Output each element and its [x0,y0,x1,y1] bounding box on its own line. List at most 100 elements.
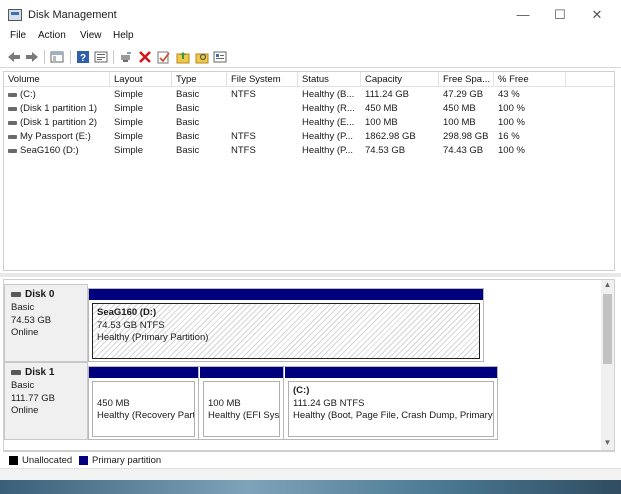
desktop-background-strip [0,480,621,494]
cell-layout: Simple [114,117,144,128]
delete-icon[interactable] [138,50,152,64]
partition-c[interactable]: (C:) 111.24 GB NTFS Healthy (Boot, Page … [285,367,497,439]
menu-action[interactable]: Action [38,30,66,41]
menu-file[interactable]: File [10,30,26,41]
disk-name: Disk 1 [25,367,55,378]
volume-row[interactable]: SeaG160 (D:) Simple Basic NTFS Healthy (… [4,144,614,158]
primary-partition-header [285,367,497,378]
partition-status: Healthy (Recovery Part [97,410,195,421]
column-header-layout[interactable]: Layout [110,72,172,87]
menu-help[interactable]: Help [113,30,134,41]
volume-row[interactable]: My Passport (E:) Simple Basic NTFS Healt… [4,130,614,144]
column-header-percent-free[interactable]: % Free [494,72,566,87]
cell-capacity: 111.24 GB [365,89,410,100]
toolbar-separator [70,50,71,64]
partition-seag160[interactable]: SeaG160 (D:) 74.53 GB NTFS Healthy (Prim… [89,289,483,361]
column-header-type[interactable]: Type [172,72,227,87]
cell-volume: (C:) [20,89,36,100]
partition-title: (C:) [293,385,310,396]
show-hide-console-icon[interactable] [50,50,64,64]
cell-free-space: 47.29 GB [443,89,484,100]
cell-capacity: 100 MB [365,117,398,128]
cell-capacity: 1862.98 GB [365,131,416,142]
partition-title: SeaG160 (D:) [97,307,157,318]
settings-list-icon[interactable] [213,50,227,64]
partition-body: 100 MB Healthy (EFI Syst [203,381,280,437]
pane-splitter[interactable] [0,273,621,277]
partition-title [208,385,275,398]
legend-unallocated-label: Unallocated [22,455,73,466]
column-header-capacity[interactable]: Capacity [361,72,439,87]
volume-list[interactable]: Volume Layout Type File System Status Ca… [3,71,615,271]
properties-icon[interactable] [94,50,108,64]
column-header-free-space[interactable]: Free Spa... [439,72,494,87]
disk-management-app-icon [8,9,22,21]
cell-type: Basic [176,89,200,100]
disk-state: Online [11,327,39,338]
cell-status: Healthy (E... [302,117,355,128]
partition-recovery[interactable]: 450 MB Healthy (Recovery Part [89,367,199,439]
disk-icon [11,370,21,375]
close-button[interactable]: ✕ [582,4,612,26]
volume-row[interactable]: (Disk 1 partition 1) Simple Basic Health… [4,102,614,116]
cell-free-space: 100 MB [443,117,476,128]
minimize-button[interactable]: — [508,4,538,26]
connect-icon[interactable] [119,50,133,64]
toolbar-separator [44,50,45,64]
disk-size: 111.77 GB [11,392,56,404]
volume-list-header: Volume Layout Type File System Status Ca… [4,72,614,87]
legend: Unallocated Primary partition [3,451,615,468]
folder-up-icon[interactable] [176,50,190,64]
cell-volume: My Passport (E:) [20,131,91,142]
cell-status: Healthy (P... [302,131,354,142]
cell-capacity: 74.53 GB [365,145,406,156]
title-bar: Disk Management — ☐ ✕ [0,0,621,30]
disk-label-1[interactable]: Disk 1 Basic 111.77 GB Online [4,362,88,440]
back-arrow-icon[interactable] [7,50,21,64]
status-bar [0,468,621,480]
partition-efi[interactable]: 100 MB Healthy (EFI Syst [200,367,284,439]
maximize-button[interactable]: ☐ [545,4,575,26]
cell-percent-free: 100 % [498,103,525,114]
partition-status: Healthy (EFI Syst [208,410,280,421]
disk-label-0[interactable]: Disk 0 Basic 74.53 GB Online [4,284,88,362]
svg-text:?: ? [80,53,86,64]
partition-size: 111.24 GB NTFS [293,397,365,409]
column-header-status[interactable]: Status [298,72,361,87]
scroll-down-arrow-icon[interactable]: ▼ [601,438,614,450]
cell-file-system: NTFS [231,89,256,100]
disk-partition-bar: SeaG160 (D:) 74.53 GB NTFS Healthy (Prim… [88,288,484,362]
disk-type: Basic [11,380,35,391]
checkmark-icon[interactable] [157,50,171,64]
toolbar-separator [113,50,114,64]
forward-arrow-icon[interactable] [25,50,39,64]
scrollbar-thumb[interactable] [603,294,612,364]
cell-type: Basic [176,117,200,128]
cell-layout: Simple [114,131,144,142]
unallocated-swatch [9,456,18,465]
disk-partition-bar: 450 MB Healthy (Recovery Part 100 MB Hea… [88,366,498,440]
search-folder-icon[interactable] [195,50,209,64]
column-header-volume[interactable]: Volume [4,72,110,87]
cell-percent-free: 100 % [498,145,525,156]
volume-row[interactable]: (Disk 1 partition 2) Simple Basic Health… [4,116,614,130]
primary-partition-header [200,367,283,378]
disk-state: Online [11,405,39,416]
partition-status: Healthy (Primary Partition) [97,332,209,343]
cell-status: Healthy (R... [302,103,355,114]
primary-partition-header [89,367,198,378]
menu-bar: File Action View Help [0,28,621,46]
menu-view[interactable]: View [80,30,102,41]
cell-file-system: NTFS [231,131,256,142]
cell-file-system [227,116,298,130]
volume-row[interactable]: (C:) Simple Basic NTFS Healthy (B... 111… [4,88,614,102]
disk-size: 74.53 GB [11,314,52,326]
cell-free-space: 74.43 GB [443,145,484,156]
disk-graphical-view: Disk 0 Basic 74.53 GB Online SeaG160 (D:… [3,279,615,451]
cell-file-system: NTFS [231,145,256,156]
help-icon[interactable]: ? [76,50,90,64]
scroll-up-arrow-icon[interactable]: ▲ [601,280,614,292]
column-header-file-system[interactable]: File System [227,72,298,87]
disk-name: Disk 0 [25,289,55,300]
vertical-scrollbar[interactable]: ▲ ▼ [601,280,614,450]
